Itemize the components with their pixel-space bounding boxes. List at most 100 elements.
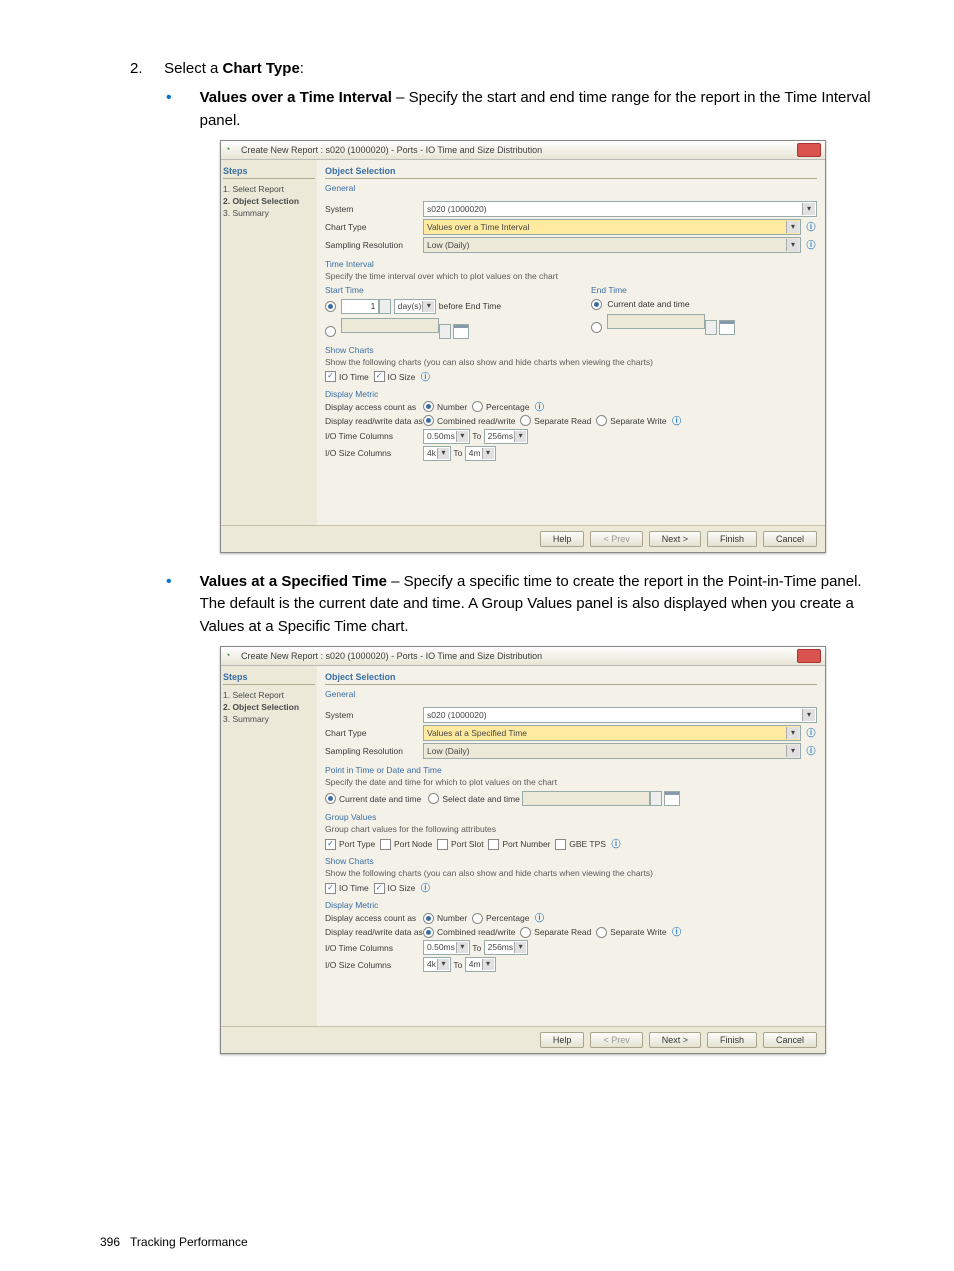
info-icon[interactable]: ⓘ (419, 882, 431, 894)
wizard-step-2[interactable]: 2. Object Selection (223, 195, 315, 207)
before-end-label: before End Time (439, 301, 501, 311)
info-icon[interactable]: ⓘ (671, 926, 683, 938)
next-button[interactable]: Next > (649, 531, 701, 547)
bullet-values-over-time: • Values over a Time Interval – Specify … (166, 87, 874, 132)
system-select[interactable]: s020 (1000020)▾ (423, 707, 817, 723)
cancel-button[interactable]: Cancel (763, 531, 817, 547)
pit-select-label: Select date and time (442, 794, 520, 804)
wizard-step-1[interactable]: 1. Select Report (223, 689, 315, 701)
sampling-select[interactable]: Low (Daily)▾ (423, 743, 801, 759)
prev-button[interactable]: < Prev (590, 531, 642, 547)
to-label: To (453, 448, 462, 458)
chart-type-value: Values at a Specified Time (427, 728, 527, 738)
portslot-checkbox[interactable] (437, 839, 448, 850)
gbetps-checkbox[interactable] (555, 839, 566, 850)
end-current-label: Current date and time (607, 299, 689, 309)
info-icon[interactable]: ⓘ (805, 727, 817, 739)
system-select[interactable]: s020 (1000020)▾ (423, 201, 817, 217)
show-charts-desc: Show the following charts (you can also … (325, 357, 817, 367)
next-button[interactable]: Next > (649, 1032, 701, 1048)
start-date-input[interactable] (341, 318, 439, 333)
close-icon[interactable] (797, 143, 821, 157)
help-button[interactable]: Help (540, 1032, 585, 1048)
info-icon[interactable]: ⓘ (805, 239, 817, 251)
relative-value-input[interactable]: 1 (341, 299, 379, 314)
readwrite-label: Display read/write data as (325, 416, 423, 426)
step-text-post: : (300, 60, 304, 77)
prev-button[interactable]: < Prev (590, 1032, 642, 1048)
close-icon[interactable] (797, 649, 821, 663)
finish-button[interactable]: Finish (707, 531, 757, 547)
info-icon[interactable]: ⓘ (533, 912, 545, 924)
separate-read-radio[interactable] (520, 927, 531, 938)
info-icon[interactable]: ⓘ (533, 401, 545, 413)
calendar-icon[interactable] (453, 324, 469, 339)
sampling-label: Sampling Resolution (325, 746, 423, 756)
portnum-checkbox[interactable] (488, 839, 499, 850)
combined-rw-radio[interactable] (423, 927, 434, 938)
system-value: s020 (1000020) (427, 204, 487, 214)
wizard-step-3[interactable]: 3. Summary (223, 713, 315, 725)
separate-write-radio[interactable] (596, 927, 607, 938)
iosize-from-select[interactable]: 4k▾ (423, 446, 451, 461)
finish-button[interactable]: Finish (707, 1032, 757, 1048)
cancel-button[interactable]: Cancel (763, 1032, 817, 1048)
wizard-step-3[interactable]: 3. Summary (223, 207, 315, 219)
sampling-select[interactable]: Low (Daily)▾ (423, 237, 801, 253)
wizard-step-2[interactable]: 2. Object Selection (223, 701, 315, 713)
bullet-dot-icon: • (166, 87, 172, 132)
percentage-radio[interactable] (472, 401, 483, 412)
end-absolute-radio[interactable] (591, 322, 602, 333)
percentage-radio[interactable] (472, 913, 483, 924)
relative-unit-select[interactable]: day(s)▾ (394, 299, 437, 314)
time-interval-desc: Specify the time interval over which to … (325, 271, 817, 281)
iotime-from-select[interactable]: 0.50ms▾ (423, 940, 470, 955)
calendar-icon[interactable] (664, 791, 680, 806)
spinner-icon[interactable] (379, 299, 391, 314)
separate-read-radio[interactable] (520, 415, 531, 426)
info-icon[interactable]: ⓘ (805, 745, 817, 757)
pit-current-radio[interactable] (325, 793, 336, 804)
iotime-from-select[interactable]: 0.50ms▾ (423, 429, 470, 444)
access-count-label: Display access count as (325, 913, 423, 923)
end-date-input[interactable] (607, 314, 705, 329)
iotime-cols-label: I/O Time Columns (325, 943, 423, 953)
chart-type-select[interactable]: Values over a Time Interval▾ (423, 219, 801, 235)
start-absolute-radio[interactable] (325, 326, 336, 337)
info-icon[interactable]: ⓘ (805, 221, 817, 233)
portnode-checkbox[interactable] (380, 839, 391, 850)
spinner-icon[interactable] (439, 324, 451, 339)
separate-read-label: Separate Read (534, 927, 591, 937)
to-label: To (472, 431, 481, 441)
iosize-checkbox[interactable] (374, 883, 385, 894)
end-current-radio[interactable] (591, 299, 602, 310)
info-icon[interactable]: ⓘ (610, 838, 622, 850)
sampling-value: Low (Daily) (427, 240, 470, 250)
iotime-checkbox[interactable] (325, 883, 336, 894)
iosize-to-select[interactable]: 4m▾ (465, 957, 496, 972)
iosize-to-select[interactable]: 4m▾ (465, 446, 496, 461)
number-radio[interactable] (423, 913, 434, 924)
pit-date-input[interactable] (522, 791, 650, 806)
chart-type-select[interactable]: Values at a Specified Time▾ (423, 725, 801, 741)
start-relative-radio[interactable] (325, 301, 336, 312)
separate-write-radio[interactable] (596, 415, 607, 426)
iotime-to-select[interactable]: 256ms▾ (484, 429, 529, 444)
wizard-step-1[interactable]: 1. Select Report (223, 183, 315, 195)
spinner-icon[interactable] (650, 791, 662, 806)
iotime-checkbox[interactable] (325, 371, 336, 382)
pit-select-radio[interactable] (428, 793, 439, 804)
display-metric-title: Display Metric (325, 900, 817, 910)
calendar-icon[interactable] (719, 320, 735, 335)
bullet2-title: Values at a Specified Time (200, 573, 387, 590)
iotime-to-select[interactable]: 256ms▾ (484, 940, 529, 955)
iosize-checkbox[interactable] (374, 371, 385, 382)
combined-rw-radio[interactable] (423, 415, 434, 426)
number-radio[interactable] (423, 401, 434, 412)
info-icon[interactable]: ⓘ (671, 415, 683, 427)
porttype-checkbox[interactable] (325, 839, 336, 850)
spinner-icon[interactable] (705, 320, 717, 335)
info-icon[interactable]: ⓘ (419, 371, 431, 383)
iosize-from-select[interactable]: 4k▾ (423, 957, 451, 972)
help-button[interactable]: Help (540, 531, 585, 547)
